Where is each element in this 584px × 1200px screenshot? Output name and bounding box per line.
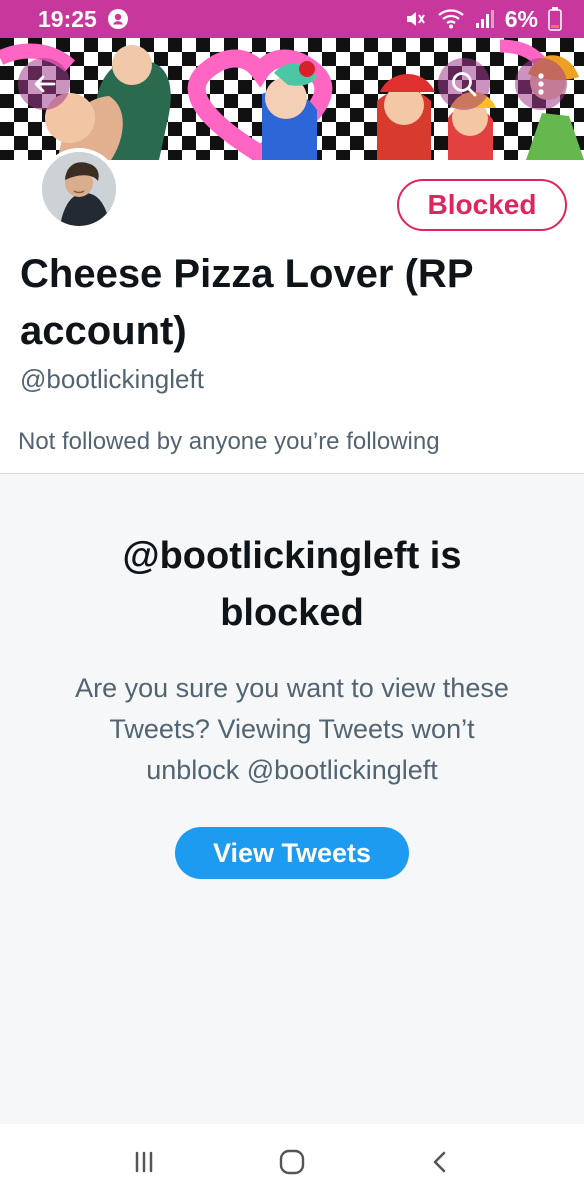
blocked-notice-description: Are you sure you want to view these Twee… [75, 673, 509, 785]
avatar-image [42, 152, 116, 226]
back-button[interactable] [18, 58, 70, 110]
profile-handle: @bootlickingleft [20, 364, 204, 394]
recent-apps-button[interactable] [114, 1132, 174, 1192]
profile-display-name: Cheese Pizza Lover (RP account) [20, 252, 473, 353]
profile-banner [0, 38, 584, 160]
profile-dot-icon [107, 8, 129, 30]
banner-artwork [0, 38, 584, 160]
clock: 19:25 [38, 5, 97, 32]
view-tweets-button[interactable]: View Tweets [175, 827, 409, 879]
status-bar: 19:25 6% [0, 0, 584, 38]
home-icon [279, 1149, 305, 1175]
battery-percent: 6% [504, 5, 538, 32]
back-navigation-button[interactable] [410, 1132, 470, 1192]
status-left: 19:25 [38, 6, 129, 33]
more-vertical-icon [538, 73, 544, 95]
search-button[interactable] [438, 58, 490, 110]
arrow-left-icon [34, 75, 56, 93]
battery-icon [548, 7, 562, 31]
status-right: 6% [403, 6, 562, 33]
mute-icon [403, 7, 427, 31]
recent-apps-icon [135, 1151, 153, 1173]
system-navigation-bar [0, 1124, 584, 1200]
more-options-button[interactable] [515, 58, 567, 110]
wifi-icon [437, 8, 465, 30]
search-icon [452, 72, 477, 97]
signal-icon [475, 8, 495, 30]
home-button[interactable] [262, 1132, 322, 1192]
blocked-button[interactable]: Blocked [397, 179, 567, 231]
followers-note: Not followed by anyone you’re following [18, 428, 440, 455]
profile-avatar[interactable] [38, 148, 120, 230]
blocked-notice-title: @bootlickingleft is blocked [122, 535, 462, 634]
back-icon [433, 1151, 446, 1173]
